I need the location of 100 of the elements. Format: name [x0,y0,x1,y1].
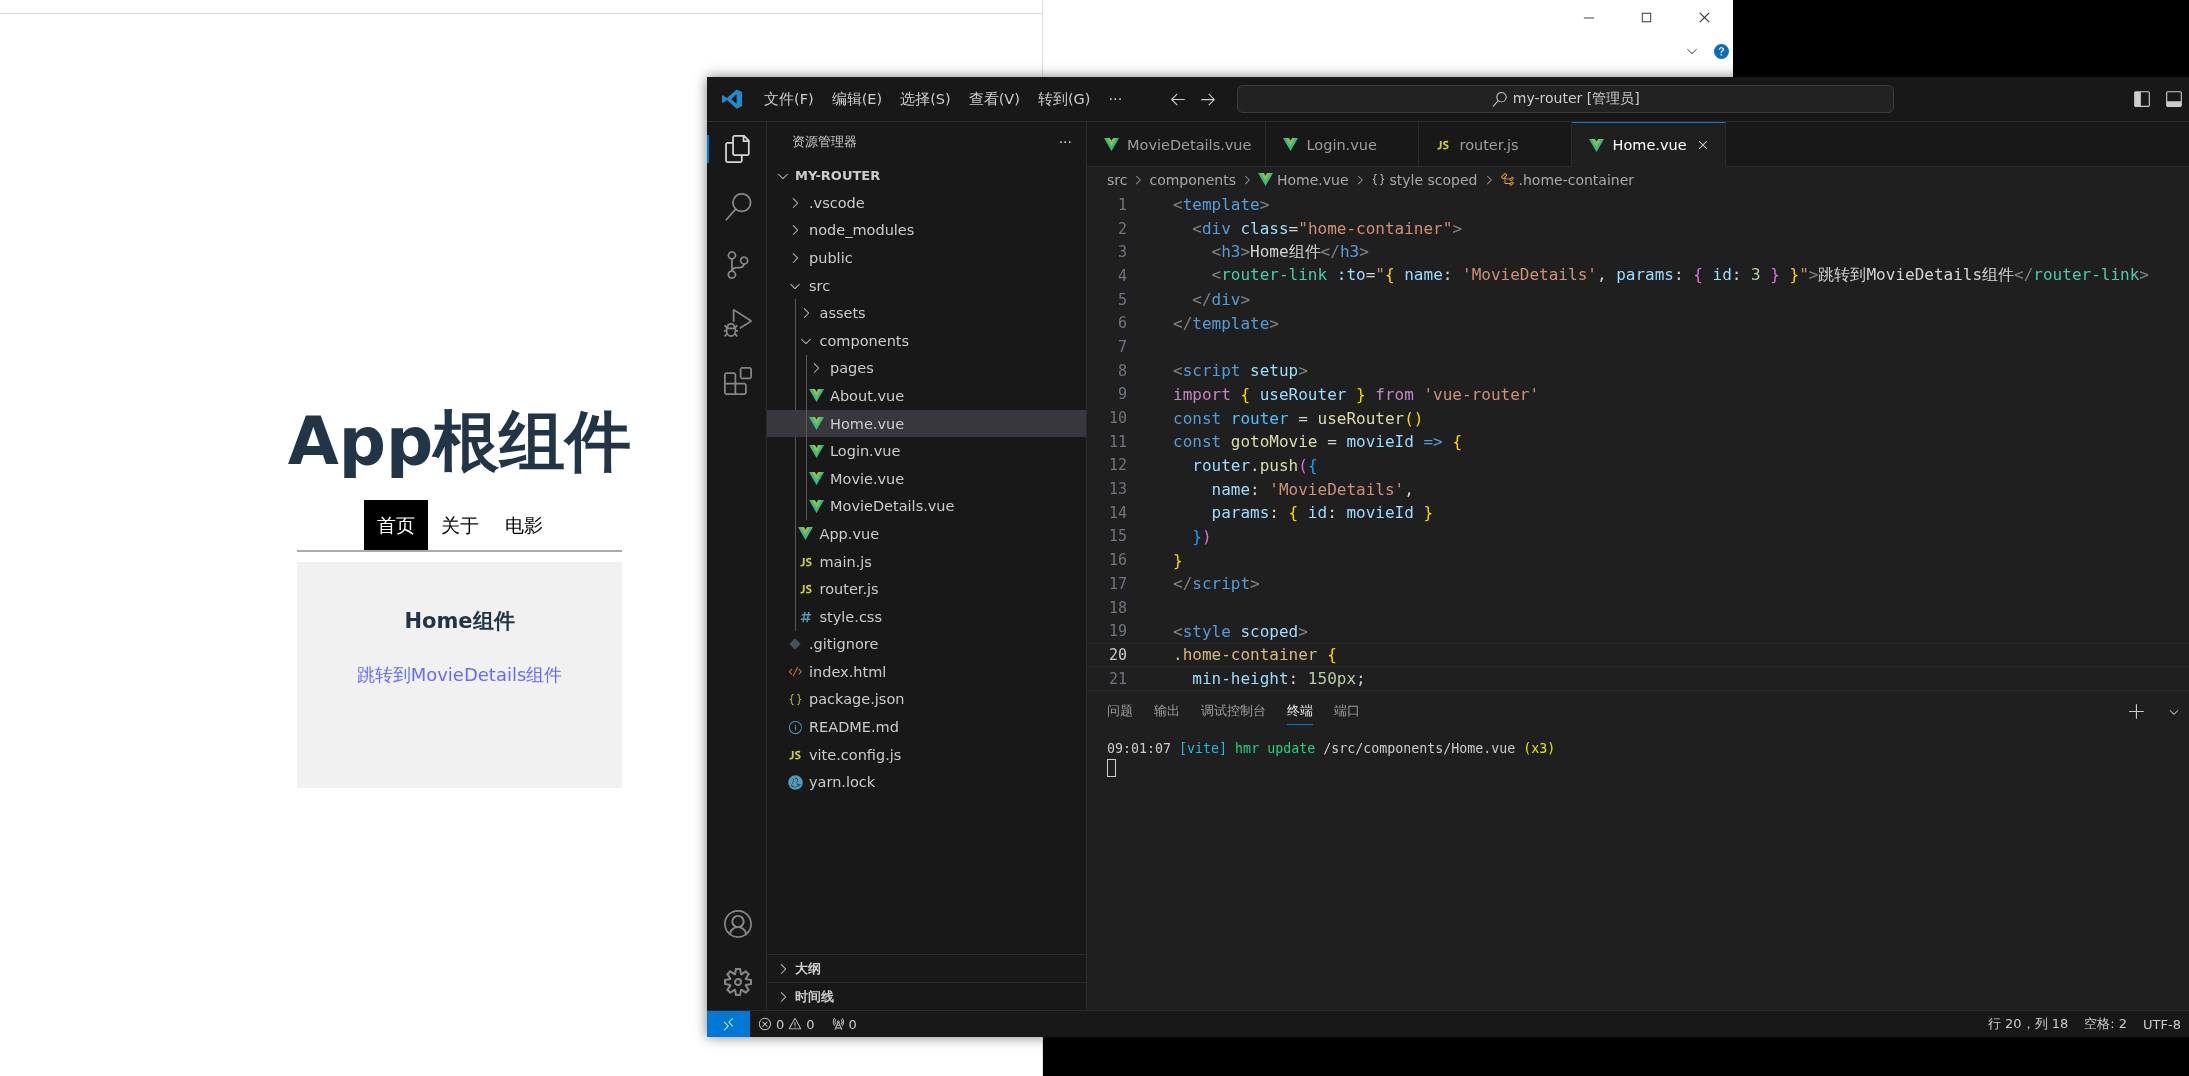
folder-item[interactable]: public [767,244,1086,272]
editor-logo-icon [721,88,743,110]
file-item[interactable]: yarn.lock [767,768,1086,797]
line-number: 10 [1107,409,1127,428]
more-actions[interactable]: ··· [1058,134,1072,150]
movie-details-link[interactable]: 跳转到MovieDetails组件 [356,663,563,687]
menu-item[interactable]: 编辑(E) [822,89,892,109]
section-header[interactable]: 大纲 [767,954,1086,982]
code-line: const router = useRouter() [1173,408,1424,428]
breadcrumb-item[interactable]: components [1149,171,1236,188]
breadcrumb-item[interactable]: src [1107,171,1128,188]
page-title: App根组件 [287,402,632,482]
problems-status[interactable]: 0 0 [750,1016,823,1032]
file-item[interactable]: .gitignore [767,630,1086,659]
file-item[interactable]: Home.vue [767,409,1086,438]
vue-file-icon [808,444,824,458]
command-center-field[interactable]: my-router [管理员] [1237,85,1895,113]
info-icon [787,719,803,735]
line-number: 3 [1116,243,1127,262]
antenna-icon [830,1017,845,1031]
file-item[interactable]: About.vue [767,382,1086,410]
code-line: }) [1191,526,1212,546]
file-item[interactable]: App.vue [767,520,1086,548]
code-line: <h3>Home组件</h3> [1210,241,1369,263]
panel-tab[interactable]: 端口 [1334,699,1360,725]
line-number: 14 [1107,503,1127,522]
vue-file-icon [798,527,813,541]
file-item[interactable]: Movie.vue [767,464,1086,493]
terminal-cursor [1107,759,1116,777]
code-line: <style scoped> [1173,621,1308,641]
menu-item[interactable]: 文件(F) [755,89,823,109]
line-number: 16 [1107,551,1127,570]
file-item[interactable]: MovieDetails.vue [767,492,1086,521]
menu-item[interactable]: 选择(S) [891,89,960,109]
folder-item[interactable]: node_modules [767,216,1086,245]
code-line: import { useRouter } from 'vue-router' [1173,384,1540,404]
panel-layout-icon[interactable] [2165,90,2183,108]
vue-file-icon [1283,138,1298,151]
line-number: 9 [1116,385,1127,404]
file-item[interactable]: main.js [767,547,1086,576]
code-line: <div class="home-container"> [1191,219,1462,239]
explorer-title: 资源管理器 [792,133,857,151]
file-item[interactable]: style.css [767,602,1086,631]
line-number: 2 [1116,219,1127,238]
panel-tab[interactable]: 输出 [1154,699,1180,725]
menu-item[interactable]: 转到(G) [1028,89,1100,109]
line-number: 20 [1107,645,1127,664]
sidebar-layout-icon[interactable] [2133,90,2151,108]
project-root[interactable]: MY-ROUTER [767,162,1086,189]
line-number: 11 [1107,432,1127,451]
indentation-status[interactable]: 空格: 2 [2076,1015,2136,1033]
nav-link[interactable]: 电影 [491,500,556,550]
line-number: 13 [1107,480,1127,499]
vue-file-icon [1589,138,1604,152]
line-number: 6 [1116,314,1127,333]
cursor-position[interactable]: 行 20，列 18 [1979,1015,2077,1033]
code-line: const gotoMovie = movieId => { [1173,432,1462,452]
folder-item[interactable]: pages [767,354,1086,383]
help-icon[interactable] [1714,43,1729,59]
file-item[interactable]: index.html [767,658,1086,686]
file-item[interactable]: vite.config.js [767,740,1086,769]
ports-status[interactable]: 0 [822,1016,865,1032]
code-line: </div> [1191,290,1251,310]
file-item[interactable]: router.js [767,575,1086,603]
breadcrumb-item[interactable]: .home-container [1518,171,1635,188]
folder-item[interactable]: src [767,271,1086,300]
terminal-line: 09:01:07 [vite] hmr update /src/components/Home.vue (x3) [1107,741,1556,756]
breadcrumb-item[interactable]: style scoped [1389,171,1478,188]
card-heading: Home组件 [404,608,515,635]
menu-item[interactable]: 查看(V) [959,89,1029,109]
panel-tab[interactable]: 问题 [1107,699,1133,725]
line-number: 19 [1107,622,1127,641]
nav-link[interactable]: 首页 [363,500,428,550]
editor-tab[interactable]: Home.vue [1572,122,1726,167]
code-line: </template> [1173,313,1279,333]
panel-tab[interactable]: 调试控制台 [1201,699,1266,725]
file-item[interactable]: README.md [767,713,1086,741]
line-number: 21 [1107,669,1127,688]
folder-item[interactable]: .vscode [767,189,1086,217]
vue-file-icon [808,389,824,403]
line-number: 5 [1116,290,1127,309]
breadcrumb-item[interactable]: Home.vue [1276,171,1349,188]
folder-item[interactable]: components [767,326,1086,355]
menu-item[interactable]: ··· [1099,91,1132,107]
encoding-status[interactable]: UTF-8 [2135,1016,2189,1032]
warning-icon [788,1017,803,1031]
file-item[interactable]: Login.vue [767,437,1086,465]
file-item[interactable]: package.json [767,685,1086,714]
vue-file-icon [808,499,824,513]
folder-item[interactable]: assets [767,299,1086,327]
add-icon[interactable] [2128,703,2146,721]
panel-tab[interactable]: 终端 [1287,699,1313,725]
braces-icon [787,692,803,707]
line-number: 7 [1116,337,1127,356]
yarn-file-icon [787,774,803,790]
nav-link[interactable]: 关于 [427,500,492,550]
code-line: name: 'MovieDetails', [1210,479,1414,499]
line-number: 12 [1107,456,1127,475]
line-number: 17 [1107,574,1127,593]
error-icon [758,1017,772,1031]
